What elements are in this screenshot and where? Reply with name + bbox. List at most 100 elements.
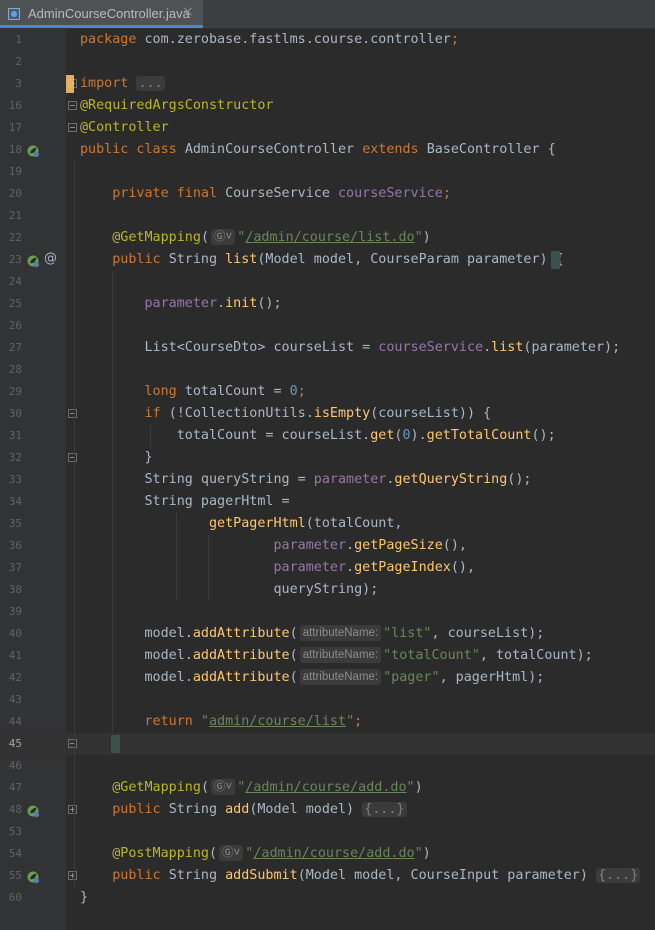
line-number: 55 [8, 869, 22, 882]
code-editor[interactable]: 1 package com.zerobase.fastlms.course.con… [0, 29, 655, 930]
fold-toggle-icon[interactable] [68, 123, 77, 132]
line-number: 31 [8, 429, 22, 442]
tab-admin-course-controller[interactable]: AdminCourseController.java × [0, 0, 203, 28]
code-text: private final CourseService courseServic… [80, 183, 451, 205]
fold-toggle-icon[interactable] [68, 101, 77, 110]
code-line[interactable]: 34 String pagerHtml = [0, 491, 655, 513]
code-token: public [112, 252, 169, 267]
code-token[interactable]: /admin/course/list.do [245, 230, 414, 245]
line-number: 33 [8, 473, 22, 486]
code-line[interactable]: 26 [0, 315, 655, 337]
parameter-hint: attributeName: [299, 625, 382, 641]
code-token: } [80, 450, 153, 465]
code-token: package [80, 32, 145, 47]
code-line[interactable]: 28 [0, 359, 655, 381]
code-line[interactable]: 40 model.addAttribute(attributeName: "lis… [0, 623, 655, 645]
code-text: @Controller [80, 117, 169, 139]
close-icon[interactable]: × [182, 4, 194, 20]
code-token[interactable]: admin/course/list [209, 714, 346, 729]
fold-toggle-icon[interactable] [68, 871, 77, 880]
folded-region[interactable]: ... [136, 76, 165, 91]
code-line[interactable]: 32 } [0, 447, 655, 469]
editor-tab-bar: AdminCourseController.java × [0, 0, 655, 29]
code-token[interactable]: /admin/course/add.do [245, 780, 406, 795]
code-line[interactable]: 19 [0, 161, 655, 183]
line-number: 24 [8, 275, 22, 288]
code-line[interactable]: 48 public String add(Model model) {...} [0, 799, 655, 821]
at-sign-icon[interactable]: @ [44, 251, 57, 266]
code-line[interactable]: 35 getPagerHtml(totalCount, [0, 513, 655, 535]
code-line[interactable]: 25 parameter.init(); [0, 293, 655, 315]
code-text: long totalCount = 0; [80, 381, 306, 403]
code-line[interactable]: 16 @RequiredArgsConstructor [0, 95, 655, 117]
folded-region[interactable]: {...} [595, 868, 641, 883]
code-token: @RequiredArgsConstructor [80, 98, 274, 113]
code-line[interactable]: 41 model.addAttribute(attributeName: "tot… [0, 645, 655, 667]
code-token: "totalCount" [383, 648, 480, 663]
import-fold-marker [66, 75, 74, 93]
code-text: model.addAttribute(attributeName: "totalC… [80, 645, 593, 667]
line-number: 38 [8, 583, 22, 596]
code-token[interactable]: /admin/course/add.do [253, 846, 414, 861]
code-line[interactable]: 42 model.addAttribute(attributeName: "pag… [0, 667, 655, 689]
code-token: ( [289, 626, 298, 641]
line-number: 44 [8, 715, 22, 728]
code-line[interactable]: 53 [0, 821, 655, 843]
code-token: return [144, 714, 201, 729]
code-token: totalCount = [184, 384, 290, 399]
code-line[interactable]: 33 String queryString = parameter.getQue… [0, 469, 655, 491]
line-number: 43 [8, 693, 22, 706]
code-line[interactable]: 20 private final CourseService courseSer… [0, 183, 655, 205]
code-line[interactable]: 2 [0, 51, 655, 73]
code-token: model. [80, 670, 193, 685]
code-token: import [80, 76, 137, 91]
code-token: String queryString = [80, 472, 314, 487]
code-token: @GetMapping [112, 230, 201, 245]
code-line[interactable]: 46 [0, 755, 655, 777]
code-token: ( [289, 648, 298, 663]
code-line[interactable]: 3 import ... [0, 73, 655, 95]
code-line[interactable]: 30 if (!CollectionUtils.isEmpty(courseLi… [0, 403, 655, 425]
code-line[interactable]: 45 } [0, 733, 655, 755]
code-line[interactable]: 21 [0, 205, 655, 227]
code-line[interactable]: 22 @GetMapping(Ⓖ˅ "/admin/course/list.do"… [0, 227, 655, 249]
code-line[interactable]: 27 List<CourseDto> courseList = courseSe… [0, 337, 655, 359]
code-line[interactable]: 60} [0, 887, 655, 909]
folded-region[interactable]: {...} [362, 802, 407, 817]
code-line[interactable]: 54 @PostMapping(Ⓖ˅ "/admin/course/add.do"… [0, 843, 655, 865]
code-line[interactable]: 47 @GetMapping(Ⓖ˅ "/admin/course/add.do") [0, 777, 655, 799]
code-line[interactable]: 18 public class AdminCourseController ext… [0, 139, 655, 161]
fold-toggle-icon[interactable] [68, 805, 77, 814]
code-token: List<CourseDto> courseList = [80, 340, 379, 355]
code-line[interactable]: 38 queryString); [0, 579, 655, 601]
code-line[interactable]: 17 @Controller [0, 117, 655, 139]
code-line[interactable]: 1 package com.zerobase.fastlms.course.con… [0, 29, 655, 51]
code-line[interactable]: 39 [0, 601, 655, 623]
fold-toggle-icon[interactable] [68, 453, 77, 462]
code-line[interactable]: 24 [0, 271, 655, 293]
code-token: . [483, 340, 492, 355]
code-line[interactable]: 55 public String addSubmit(Model model, … [0, 865, 655, 887]
code-token: parameter [144, 296, 218, 311]
code-line[interactable]: 43 [0, 689, 655, 711]
code-line[interactable]: 29 long totalCount = 0; [0, 381, 655, 403]
spring-bean-icon[interactable] [26, 803, 40, 818]
fold-toggle-icon[interactable] [68, 739, 77, 748]
spring-bean-icon[interactable] [26, 869, 40, 884]
code-line[interactable]: 31 totalCount = courseList.get(0).getTot… [0, 425, 655, 447]
code-text: @RequiredArgsConstructor [80, 95, 273, 117]
code-line[interactable]: 44 return "admin/course/list"; [0, 711, 655, 733]
code-token: addSubmit [225, 868, 298, 883]
code-token: , courseList); [431, 626, 545, 641]
code-line[interactable]: 37 parameter.getPageIndex(), [0, 557, 655, 579]
code-token: , pagerHtml); [439, 670, 545, 685]
code-text: import ... [80, 73, 165, 95]
spring-bean-icon[interactable] [26, 143, 40, 158]
code-token: "list" [383, 626, 432, 641]
spring-bean-icon[interactable] [26, 253, 40, 268]
fold-toggle-icon[interactable] [68, 409, 77, 418]
code-line[interactable]: 36 parameter.getPageSize(), [0, 535, 655, 557]
code-token: ( [209, 846, 218, 861]
